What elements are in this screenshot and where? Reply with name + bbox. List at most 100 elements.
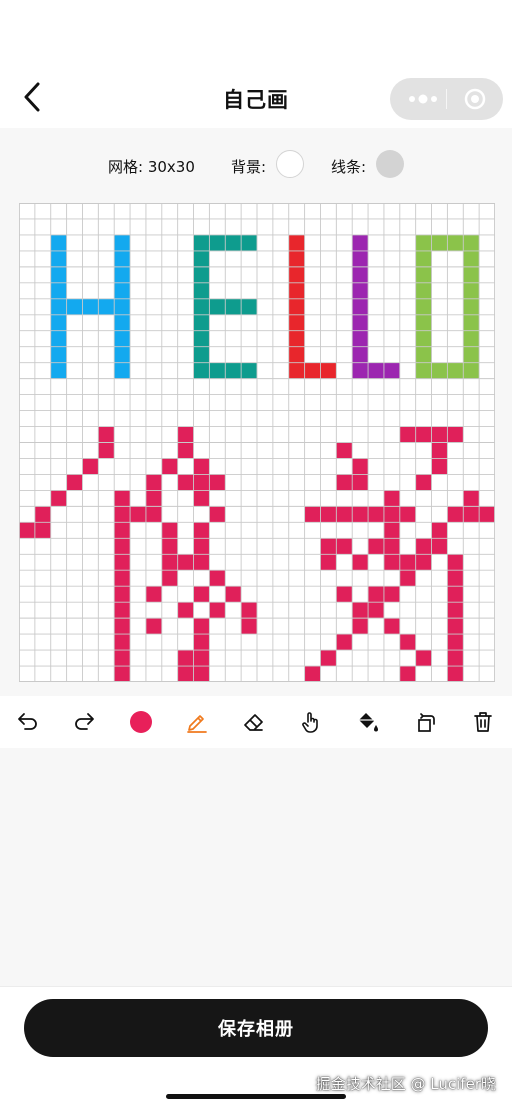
pixel-cell[interactable] <box>193 522 210 539</box>
pixel-cell[interactable] <box>145 618 162 635</box>
pixel-cell[interactable] <box>114 234 131 251</box>
pixel-cell[interactable] <box>463 346 480 363</box>
pixel-cell[interactable] <box>225 586 242 603</box>
pixel-cell[interactable] <box>114 538 131 555</box>
pixel-cell[interactable] <box>130 506 146 523</box>
pixel-cell[interactable] <box>193 634 210 651</box>
pixel-cell[interactable] <box>209 362 226 379</box>
pixel-cell[interactable] <box>431 362 448 379</box>
pixel-cell[interactable] <box>320 506 337 523</box>
pixel-cell[interactable] <box>288 362 305 379</box>
pixel-cell[interactable] <box>177 602 194 619</box>
pixel-cell[interactable] <box>114 314 131 331</box>
pixel-cell[interactable] <box>82 298 99 315</box>
pixel-cell[interactable] <box>177 442 194 459</box>
pixel-cell[interactable] <box>352 554 369 571</box>
pixel-cell[interactable] <box>304 666 321 682</box>
pixel-cell[interactable] <box>98 298 115 315</box>
pixel-cell[interactable] <box>114 586 131 603</box>
pixel-cell[interactable] <box>209 570 226 587</box>
pixel-cell[interactable] <box>352 314 369 331</box>
pixel-cell[interactable] <box>50 362 67 379</box>
pixel-cell[interactable] <box>368 602 384 619</box>
pixel-cell[interactable] <box>114 362 131 379</box>
pixel-cell[interactable] <box>288 234 305 251</box>
pixel-cell[interactable] <box>415 298 432 315</box>
rotate-button[interactable] <box>406 702 446 742</box>
pixel-cell[interactable] <box>336 474 353 491</box>
pixel-cell[interactable] <box>193 618 210 635</box>
pixel-cell[interactable] <box>209 602 226 619</box>
pixel-cell[interactable] <box>415 650 432 667</box>
pixel-cell[interactable] <box>177 650 194 667</box>
pixel-cell[interactable] <box>304 362 321 379</box>
pixel-cell[interactable] <box>161 522 178 539</box>
pixel-cell[interactable] <box>463 298 480 315</box>
pixel-cell[interactable] <box>447 602 464 619</box>
pixel-cell[interactable] <box>288 250 305 267</box>
pixel-cell[interactable] <box>320 362 337 379</box>
pixel-cell[interactable] <box>463 282 480 299</box>
background-color-swatch[interactable] <box>276 150 304 178</box>
pixel-cell[interactable] <box>368 538 384 555</box>
pixel-cell[interactable] <box>415 234 432 251</box>
pixel-cell[interactable] <box>193 298 210 315</box>
pixel-cell[interactable] <box>114 330 131 347</box>
pixel-cell[interactable] <box>463 490 480 507</box>
pixel-cell[interactable] <box>431 442 448 459</box>
pixel-cell[interactable] <box>463 506 480 523</box>
pixel-cell[interactable] <box>352 506 369 523</box>
pixel-cell[interactable] <box>177 426 194 443</box>
pixel-cell[interactable] <box>336 634 353 651</box>
pixel-cell[interactable] <box>336 538 353 555</box>
pixel-cell[interactable] <box>66 474 83 491</box>
pixel-cell[interactable] <box>352 282 369 299</box>
undo-button[interactable] <box>8 702 48 742</box>
pixel-cell[interactable] <box>415 314 432 331</box>
line-color-swatch[interactable] <box>376 150 404 178</box>
pixel-cell[interactable] <box>161 570 178 587</box>
pixel-cell[interactable] <box>368 586 384 603</box>
pixel-cell[interactable] <box>288 314 305 331</box>
color-picker-button[interactable] <box>121 702 161 742</box>
pixel-cell[interactable] <box>145 586 162 603</box>
pixel-cell[interactable] <box>34 506 51 523</box>
eraser-tool-button[interactable] <box>234 702 274 742</box>
pixel-cell[interactable] <box>209 474 226 491</box>
pixel-cell[interactable] <box>447 426 464 443</box>
pixel-cell[interactable] <box>114 570 131 587</box>
pixel-cell[interactable] <box>447 666 464 682</box>
pixel-cell[interactable] <box>336 442 353 459</box>
pixel-cell[interactable] <box>415 330 432 347</box>
pixel-cell[interactable] <box>145 474 162 491</box>
pixel-cell[interactable] <box>399 634 416 651</box>
pixel-cell[interactable] <box>114 602 131 619</box>
more-options-icon[interactable] <box>404 78 448 120</box>
pixel-cell[interactable] <box>114 346 131 363</box>
pixel-cell[interactable] <box>352 618 369 635</box>
pixel-cell[interactable] <box>225 362 242 379</box>
redo-button[interactable] <box>64 702 104 742</box>
pixel-cell[interactable] <box>431 458 448 475</box>
pixel-cell[interactable] <box>383 618 400 635</box>
pixel-cell[interactable] <box>193 666 210 682</box>
pixel-cell[interactable] <box>336 586 353 603</box>
pixel-cell[interactable] <box>225 298 242 315</box>
pixel-cell[interactable] <box>447 570 464 587</box>
pixel-cell[interactable] <box>82 458 99 475</box>
pixel-cell[interactable] <box>114 506 131 523</box>
pixel-cell[interactable] <box>50 234 67 251</box>
fill-tool-button[interactable] <box>348 702 388 742</box>
pixel-cell[interactable] <box>193 650 210 667</box>
pixel-cell[interactable] <box>19 522 35 539</box>
pixel-cell[interactable] <box>193 458 210 475</box>
pixel-cell[interactable] <box>288 282 305 299</box>
pixel-cell[interactable] <box>288 298 305 315</box>
pixel-cell[interactable] <box>383 586 400 603</box>
pixel-cell[interactable] <box>336 506 353 523</box>
pixel-cell[interactable] <box>193 554 210 571</box>
pixel-cell[interactable] <box>399 666 416 682</box>
close-mini-program-icon[interactable] <box>452 78 500 120</box>
pixel-cell[interactable] <box>352 474 369 491</box>
pixel-cell[interactable] <box>320 650 337 667</box>
